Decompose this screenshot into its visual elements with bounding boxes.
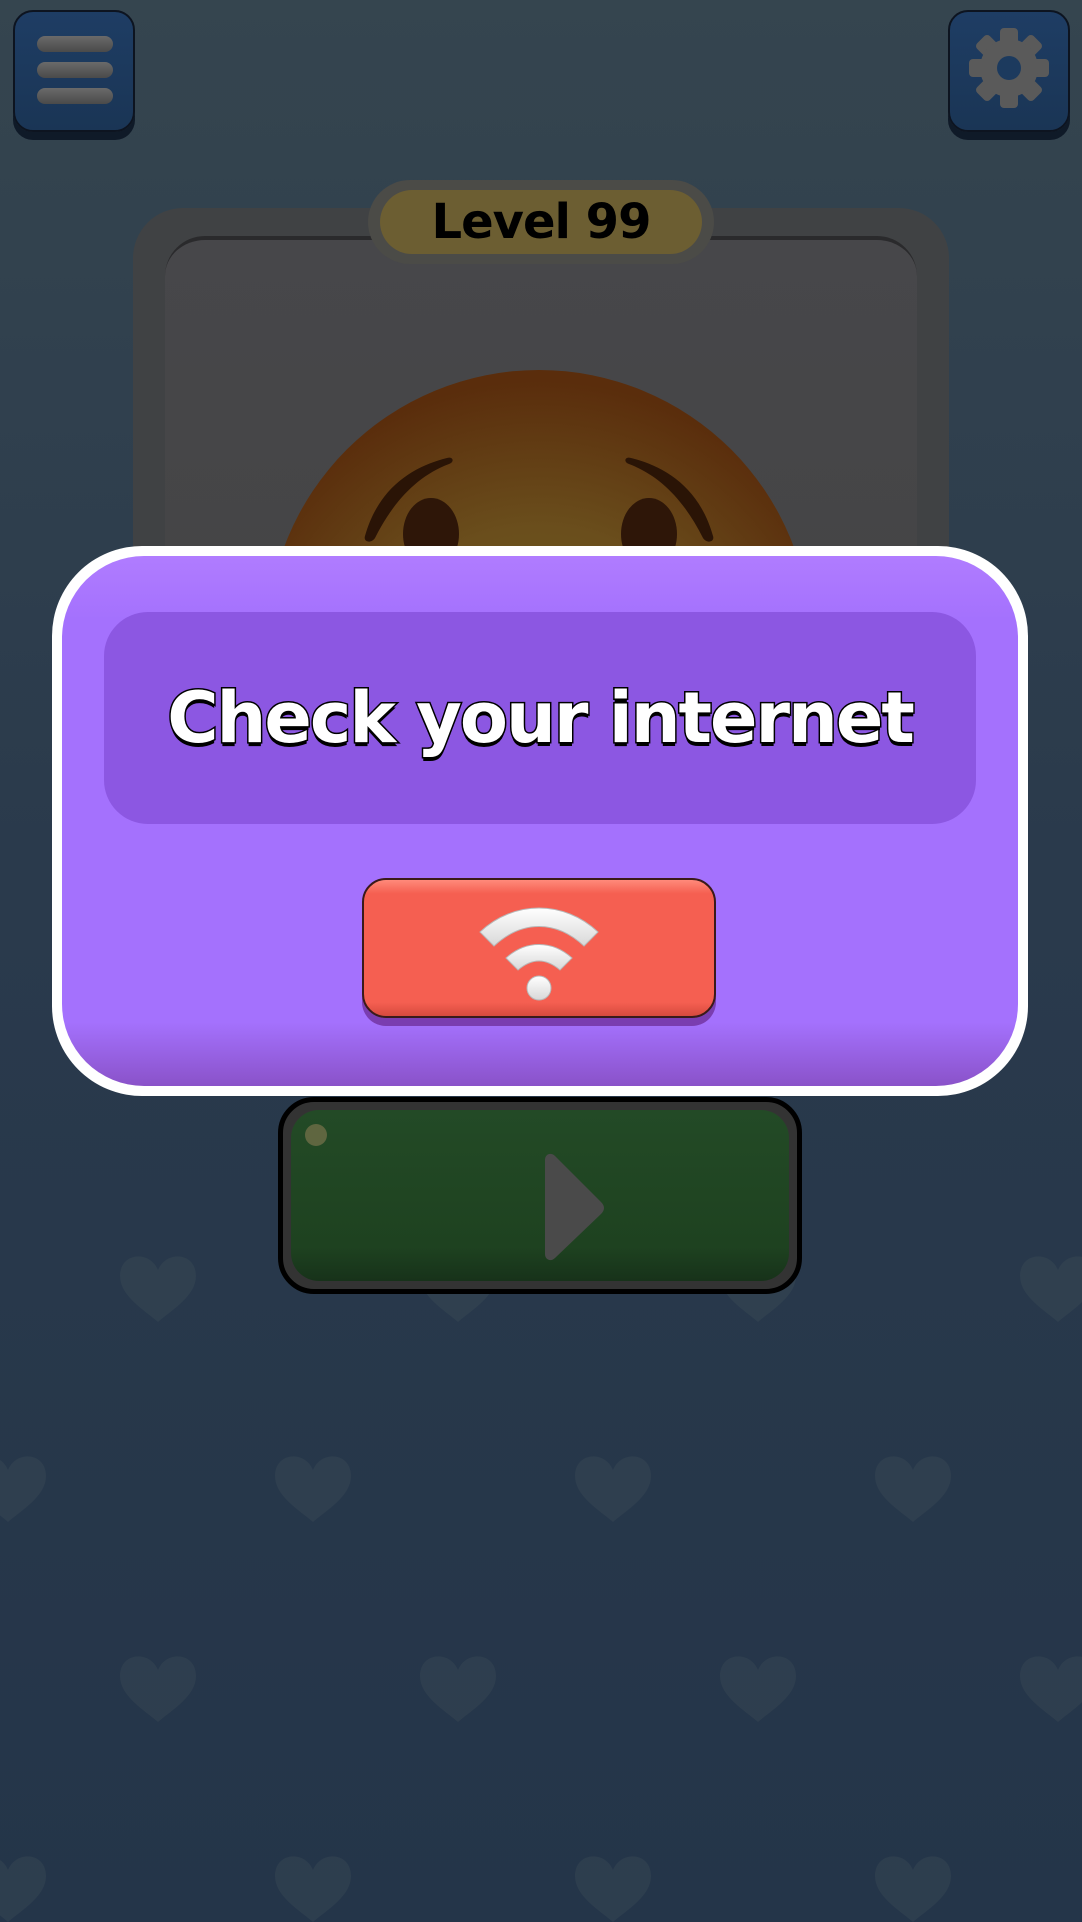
dialog-title-box: Check your internet	[104, 612, 976, 824]
play-icon	[545, 1153, 604, 1261]
retry-connection-button[interactable]	[362, 878, 716, 1018]
wifi-icon	[479, 907, 599, 1001]
play-button[interactable]	[278, 1097, 802, 1294]
level-badge: Level 99	[368, 180, 714, 264]
menu-button[interactable]	[13, 10, 135, 132]
level-label: Level 99	[380, 190, 702, 254]
dialog-panel: Check your internet	[62, 556, 1018, 1086]
dialog-title: Check your internet	[166, 676, 917, 761]
settings-button[interactable]	[948, 10, 1070, 132]
no-internet-dialog: Check your internet	[52, 546, 1028, 1096]
game-screen: Level 99 Check your internet	[0, 0, 1082, 1922]
gear-icon	[969, 28, 1049, 108]
